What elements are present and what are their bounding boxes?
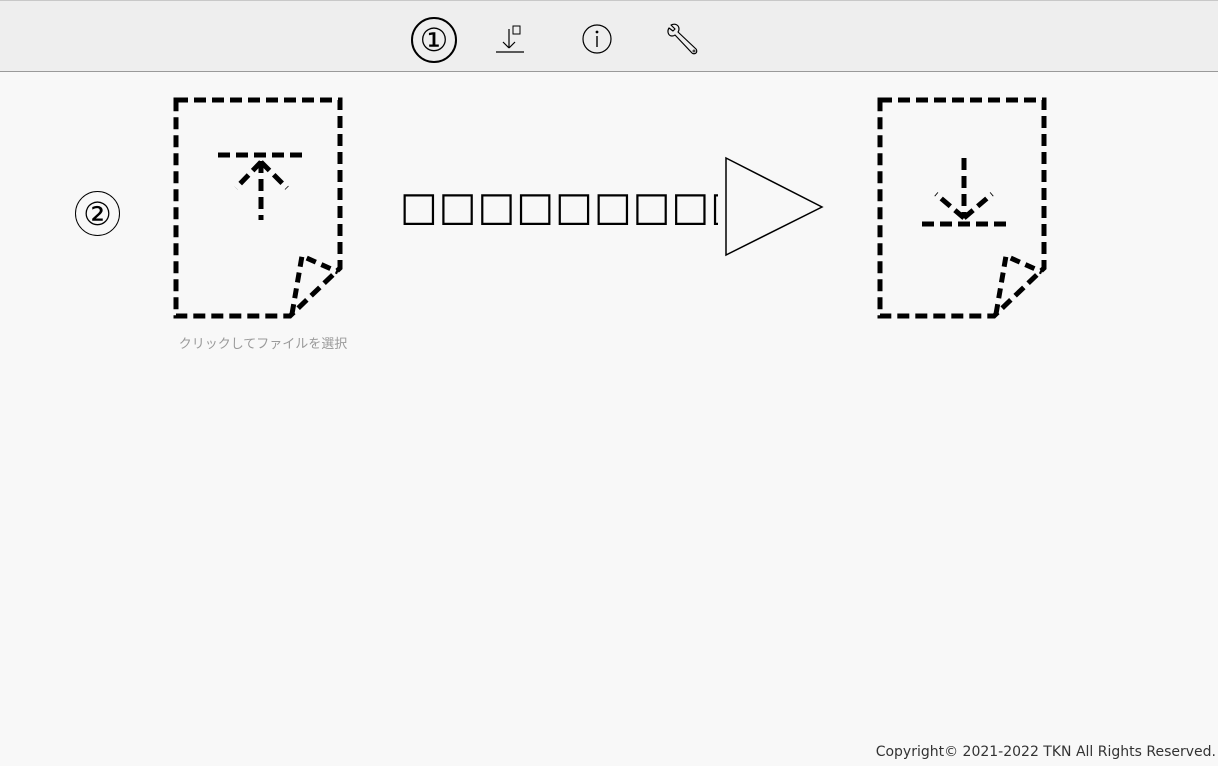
play-arrow-icon xyxy=(725,156,824,257)
settings-button[interactable] xyxy=(664,19,704,59)
step-two-marker: ② xyxy=(75,191,120,236)
file-input-dropzone[interactable] xyxy=(170,96,346,322)
info-button[interactable] xyxy=(577,19,617,59)
info-icon xyxy=(582,24,612,54)
download-button[interactable] xyxy=(490,19,530,59)
file-download-icon xyxy=(877,97,1047,319)
conversion-text: □□□□□□□□□ xyxy=(400,184,718,230)
file-input-caption: クリックしてファイルを選択 xyxy=(178,337,348,352)
step-one-marker: ① xyxy=(411,17,457,63)
file-output-download[interactable] xyxy=(874,96,1050,322)
file-upload-icon xyxy=(173,97,343,319)
convert-arrow xyxy=(724,156,826,258)
toolbar: ① xyxy=(0,0,1218,72)
copyright-footer: Copyright© 2021-2022 TKN All Rights Rese… xyxy=(875,744,1216,760)
wrench-icon xyxy=(667,23,698,55)
download-icon xyxy=(496,25,524,53)
